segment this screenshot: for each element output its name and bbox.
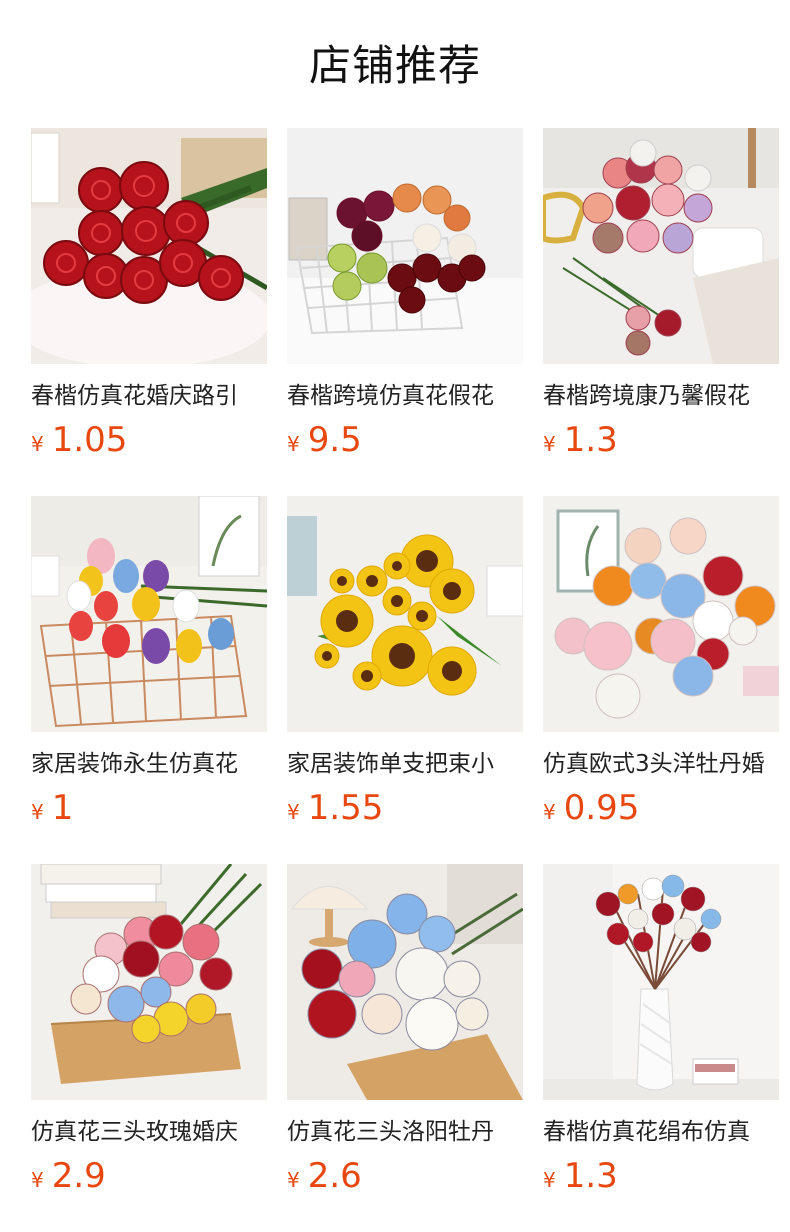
price-value: 1.55 bbox=[307, 788, 384, 828]
currency-symbol: ¥ bbox=[287, 800, 300, 824]
product-grid: 春楷仿真花婚庆路引 ¥ 1.05 春楷跨境仿真花假花 ¥ 9.5 春楷跨境康乃馨… bbox=[31, 128, 779, 1196]
price-value: 1.3 bbox=[563, 1156, 618, 1196]
product-card[interactable]: 春楷仿真花婚庆路引 ¥ 1.05 bbox=[31, 128, 267, 460]
product-price: ¥ 1.05 bbox=[31, 420, 267, 460]
product-card[interactable]: 仿真欧式3头洋牡丹婚 ¥ 0.95 bbox=[543, 496, 779, 828]
product-price: ¥ 1.3 bbox=[543, 1156, 779, 1196]
price-value: 1.05 bbox=[51, 420, 128, 460]
ball-flowers-vase-image bbox=[543, 864, 779, 1100]
price-value: 0.95 bbox=[563, 788, 640, 828]
product-card[interactable]: 家居装饰单支把束小 ¥ 1.55 bbox=[287, 496, 523, 828]
product-card[interactable]: 春楷仿真花绢布仿真 ¥ 1.3 bbox=[543, 864, 779, 1196]
price-value: 1.3 bbox=[563, 420, 618, 460]
currency-symbol: ¥ bbox=[543, 800, 556, 824]
currency-symbol: ¥ bbox=[31, 1168, 44, 1192]
product-name[interactable]: 仿真花三头洛阳牡丹 bbox=[287, 1116, 523, 1148]
price-value: 1 bbox=[51, 788, 74, 828]
product-card[interactable]: 仿真花三头玫瑰婚庆 ¥ 2.9 bbox=[31, 864, 267, 1196]
price-value: 2.6 bbox=[307, 1156, 362, 1196]
product-price: ¥ 1 bbox=[31, 788, 267, 828]
product-price: ¥ 1.3 bbox=[543, 420, 779, 460]
price-value: 2.9 bbox=[51, 1156, 106, 1196]
product-price: ¥ 2.9 bbox=[31, 1156, 267, 1196]
product-name[interactable]: 春楷仿真花绢布仿真 bbox=[543, 1116, 779, 1148]
product-name[interactable]: 春楷仿真花婚庆路引 bbox=[31, 380, 267, 412]
product-name[interactable]: 家居装饰单支把束小 bbox=[287, 748, 523, 780]
currency-symbol: ¥ bbox=[543, 1168, 556, 1192]
sunflower-bouquet-image bbox=[287, 496, 523, 732]
red-roses-bouquet-image bbox=[31, 128, 267, 364]
rose-basket-image bbox=[287, 128, 523, 364]
product-price: ¥ 2.6 bbox=[287, 1156, 523, 1196]
currency-symbol: ¥ bbox=[287, 432, 300, 456]
product-name[interactable]: 春楷跨境仿真花假花 bbox=[287, 380, 523, 412]
currency-symbol: ¥ bbox=[287, 1168, 300, 1192]
peony-bouquet-image bbox=[543, 496, 779, 732]
carnation-bouquet-image bbox=[543, 128, 779, 364]
currency-symbol: ¥ bbox=[543, 432, 556, 456]
currency-symbol: ¥ bbox=[31, 800, 44, 824]
tulip-basket-image bbox=[31, 496, 267, 732]
product-price: ¥ 1.55 bbox=[287, 788, 523, 828]
product-price: ¥ 0.95 bbox=[543, 788, 779, 828]
product-card[interactable]: 春楷跨境康乃馨假花 ¥ 1.3 bbox=[543, 128, 779, 460]
product-card[interactable]: 春楷跨境仿真花假花 ¥ 9.5 bbox=[287, 128, 523, 460]
product-price: ¥ 9.5 bbox=[287, 420, 523, 460]
product-name[interactable]: 春楷跨境康乃馨假花 bbox=[543, 380, 779, 412]
page-title: 店铺推荐 bbox=[308, 41, 481, 90]
product-card[interactable]: 家居装饰永生仿真花 ¥ 1 bbox=[31, 496, 267, 828]
price-value: 9.5 bbox=[307, 420, 362, 460]
blue-peony-bouquet-image bbox=[287, 864, 523, 1100]
currency-symbol: ¥ bbox=[31, 432, 44, 456]
product-card[interactable]: 仿真花三头洛阳牡丹 ¥ 2.6 bbox=[287, 864, 523, 1196]
product-name[interactable]: 家居装饰永生仿真花 bbox=[31, 748, 267, 780]
mixed-roses-tray-image bbox=[31, 864, 267, 1100]
product-name[interactable]: 仿真欧式3头洋牡丹婚 bbox=[543, 748, 779, 780]
product-name[interactable]: 仿真花三头玫瑰婚庆 bbox=[31, 1116, 267, 1148]
